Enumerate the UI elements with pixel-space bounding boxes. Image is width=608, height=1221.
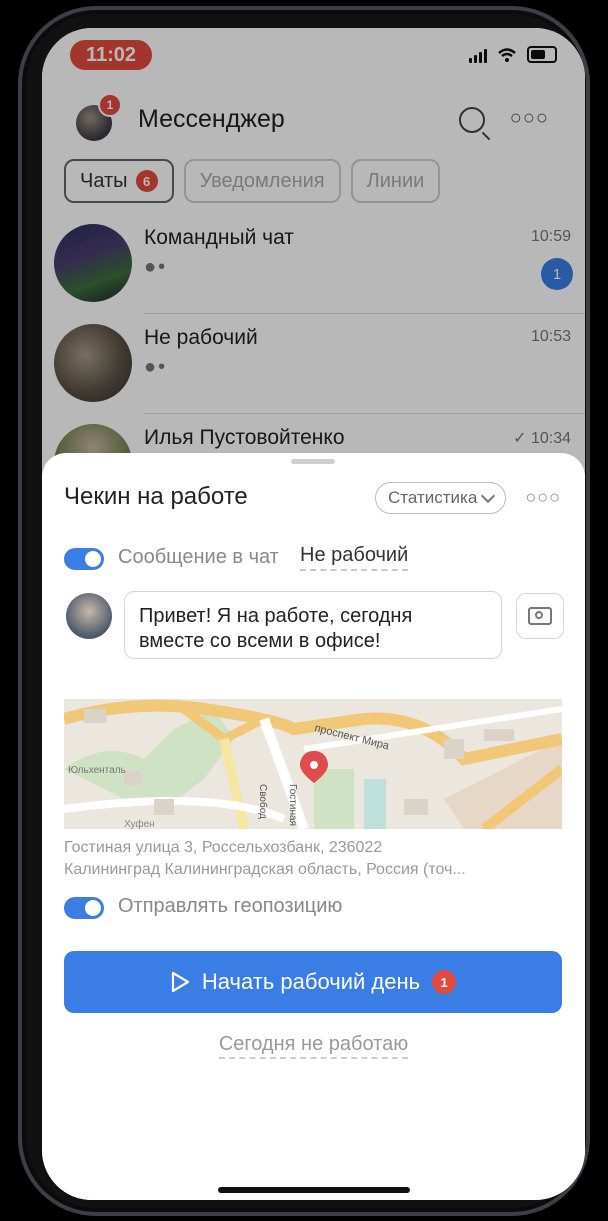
camera-button[interactable] [516, 593, 564, 639]
avatar [66, 593, 112, 639]
message-line-2: вместе со всеми в офисе! [139, 630, 381, 652]
start-workday-badge: 1 [432, 970, 457, 994]
chevron-down-icon [481, 488, 496, 504]
map-graphic: проспект Мира Свобод Гостиная Юльхенталь… [64, 699, 562, 829]
start-workday-button[interactable]: Начать рабочий день 1 [64, 951, 562, 1013]
send-to-chat-label: Сообщение в чат [118, 546, 279, 568]
map-label-yulkhental: Юльхенталь [68, 765, 126, 776]
home-indicator[interactable] [218, 1187, 410, 1193]
sheet-handle[interactable] [291, 459, 335, 464]
statistics-label: Статистика [388, 488, 478, 507]
target-chat-selector[interactable]: Не рабочий [300, 544, 409, 571]
screen: 11:02 1 Мессенджер ○○○ Чаты 6 Уведомлени… [42, 28, 585, 1200]
statistics-button[interactable]: Статистика [375, 482, 507, 514]
message-input[interactable]: Привет! Я на работе, сегодня вместе со в… [124, 591, 502, 659]
play-icon [171, 971, 190, 993]
location-address: Гостиная улица 3, Россельхозбанк, 236022… [64, 837, 562, 881]
address-line-1: Гостиная улица 3, Россельхозбанк, 236022 [64, 839, 383, 856]
address-line-2: Калининград Калининградская область, Рос… [64, 861, 466, 878]
checkin-sheet: Чекин на работе Статистика ○○○ Сообщение… [42, 453, 585, 1200]
not-working-container: Сегодня не работаю [42, 1033, 585, 1059]
map-label-svobody: Свобод [257, 784, 269, 819]
more-icon[interactable]: ○○○ [525, 487, 561, 508]
send-to-chat-toggle[interactable] [64, 548, 104, 570]
start-workday-label: Начать рабочий день [201, 969, 421, 994]
send-geo-toggle[interactable] [64, 897, 104, 919]
send-geo-label: Отправлять геопозицию [118, 895, 343, 917]
location-map[interactable]: проспект Мира Свобод Гостиная Юльхенталь… [64, 699, 562, 829]
sheet-title: Чекин на работе [64, 483, 248, 510]
map-label-hufen: Хуфен [124, 818, 155, 829]
message-line-1: Привет! Я на работе, сегодня [139, 605, 413, 627]
map-label-gostinaya: Гостиная [287, 784, 298, 826]
not-working-link[interactable]: Сегодня не работаю [218, 1033, 409, 1059]
camera-icon [528, 607, 552, 625]
